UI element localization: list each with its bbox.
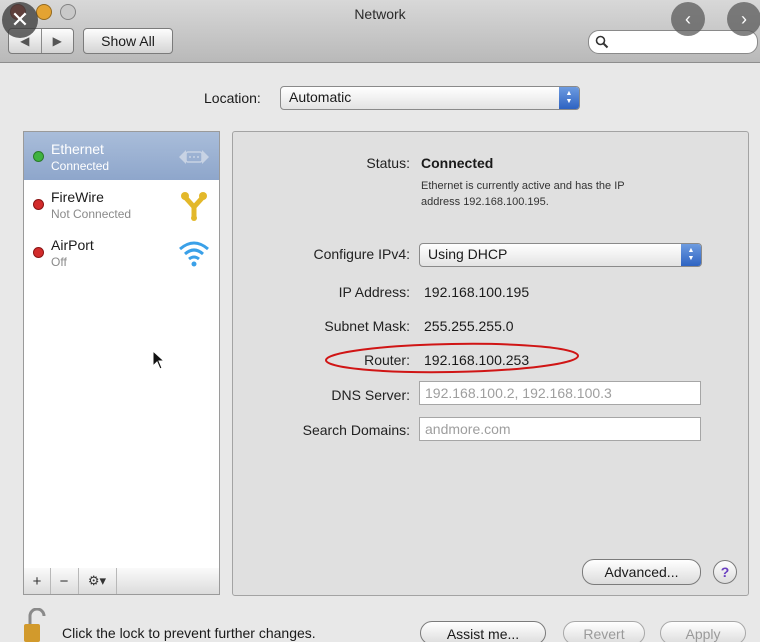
service-name: AirPort	[51, 237, 94, 253]
advanced-button[interactable]: Advanced...	[582, 559, 701, 585]
status-dot-green-icon	[33, 151, 44, 162]
dns-server-field[interactable]: 192.168.100.2, 192.168.100.3	[419, 381, 701, 405]
service-list-toolbar: + − ⚙▾	[23, 568, 220, 595]
lock-instructions: Click the lock to prevent further change…	[62, 625, 316, 641]
show-all-button[interactable]: Show All	[83, 28, 173, 54]
dns-server-label: DNS Server:	[331, 387, 410, 403]
search-field[interactable]	[588, 30, 758, 54]
status-dot-red-icon	[33, 247, 44, 258]
status-description-line2: address 192.168.100.195.	[421, 196, 549, 208]
service-item-airport[interactable]: AirPort Off	[24, 228, 219, 276]
status-label: Status:	[366, 155, 410, 171]
action-menu-button[interactable]: ⚙▾	[78, 568, 117, 594]
service-name: Ethernet	[51, 141, 104, 157]
forward-button[interactable]: ▶	[40, 29, 74, 53]
status-dot-red-icon	[33, 199, 44, 210]
wifi-icon	[179, 241, 209, 267]
mouse-cursor-icon	[152, 350, 166, 370]
location-popup[interactable]: Automatic ▲ ▼	[280, 86, 580, 110]
popup-arrows-icon: ▲ ▼	[559, 87, 579, 109]
revert-button[interactable]: Revert	[563, 621, 645, 642]
search-domains-field[interactable]: andmore.com	[419, 417, 701, 441]
add-service-button[interactable]: +	[24, 568, 51, 594]
lock-icon[interactable]	[24, 608, 46, 642]
service-item-firewire[interactable]: FireWire Not Connected	[24, 180, 219, 228]
service-list: Ethernet Connected FireWire Not Connecte…	[23, 131, 220, 570]
service-status: Connected	[51, 159, 110, 173]
subnet-mask-label: Subnet Mask:	[324, 318, 410, 334]
location-value: Automatic	[289, 89, 352, 105]
service-item-ethernet[interactable]: Ethernet Connected	[24, 132, 219, 180]
ip-address-value: 192.168.100.195	[424, 284, 530, 300]
overlay-next-icon[interactable]: ›	[727, 2, 760, 36]
configure-ipv4-value: Using DHCP	[428, 246, 508, 262]
service-name: FireWire	[51, 189, 104, 205]
popup-arrows-icon: ▲ ▼	[681, 244, 701, 266]
help-button[interactable]: ?	[713, 560, 737, 584]
apply-button[interactable]: Apply	[660, 621, 746, 642]
configure-ipv4-popup[interactable]: Using DHCP ▲ ▼	[419, 243, 702, 267]
search-icon	[595, 35, 609, 49]
status-value: Connected	[421, 155, 494, 171]
title-bar: Network ◀ ▶ Show All ✕ ‹ ›	[0, 0, 760, 63]
firewire-icon	[181, 192, 207, 221]
assist-me-button[interactable]: Assist me...	[420, 621, 546, 642]
location-label: Location:	[204, 90, 261, 106]
configure-ipv4-label: Configure IPv4:	[313, 246, 411, 262]
network-preferences-window: Network ◀ ▶ Show All ✕ ‹ › Location: Aut…	[0, 0, 760, 642]
remove-service-button[interactable]: −	[50, 568, 79, 594]
overlay-prev-icon[interactable]: ‹	[671, 2, 705, 36]
router-annotation-circle	[325, 342, 579, 374]
ip-address-label: IP Address:	[338, 284, 410, 300]
ethernet-icon	[179, 150, 209, 164]
service-status: Not Connected	[51, 207, 132, 221]
search-domains-label: Search Domains:	[302, 422, 410, 438]
service-status: Off	[51, 255, 67, 269]
subnet-mask-value: 255.255.255.0	[424, 318, 514, 334]
overlay-close-icon[interactable]: ✕	[2, 2, 38, 38]
window-title: Network	[354, 6, 406, 22]
status-description-line1: Ethernet is currently active and has the…	[421, 180, 625, 192]
